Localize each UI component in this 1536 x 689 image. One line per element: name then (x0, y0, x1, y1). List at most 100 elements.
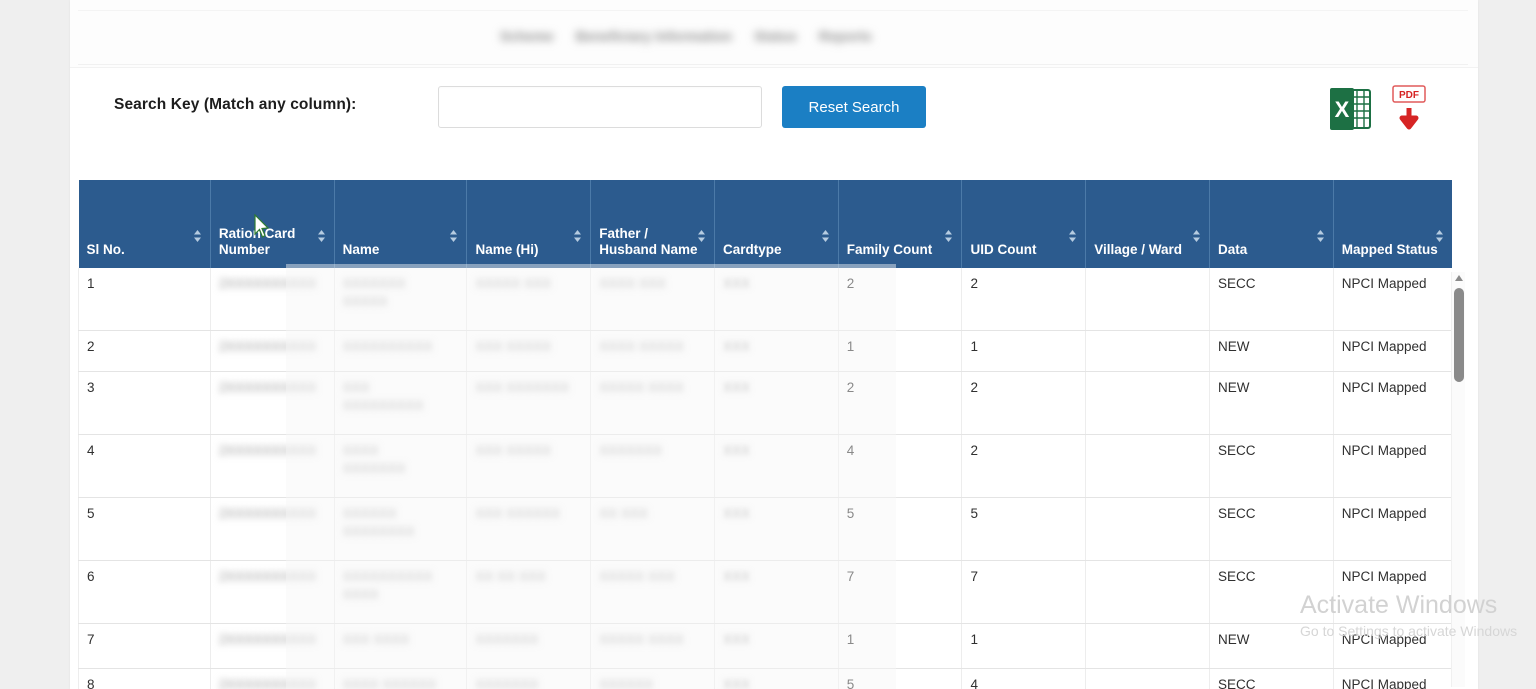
table-row[interactable]: 6 2XXXXXXXXXX XXXXXXXXXX XXXX XX XX XXX XXXX… (78, 560, 1452, 624)
sort-icon[interactable] (449, 230, 458, 242)
cell-name-hi: XX XX XXX (466, 560, 592, 624)
cell-ration-card-number: 2XXXXXXXXXX (210, 623, 335, 669)
cell-father-husband-name-text: XXXX XXX (599, 276, 667, 291)
cell-uid-count: 2 (961, 268, 1087, 331)
cell-father-husband-name-text: XXXX XXXXX (599, 338, 685, 354)
cell-village-ward (1085, 623, 1210, 669)
cell-name-hi-text: XXX XXXXX (475, 338, 552, 354)
cell-name: XXXXXXX XXXXX (334, 268, 468, 331)
cell-village-ward (1085, 371, 1210, 435)
vertical-scrollbar[interactable] (1451, 272, 1465, 687)
column-header-name[interactable]: Name (334, 180, 468, 268)
cell-ration-card-number-text: 2XXXXXXXXXX (218, 338, 317, 354)
cell-family-count: 2 (838, 371, 963, 435)
cell-name-hi: XXX XXXXXXX (466, 371, 592, 435)
table-row[interactable]: 7 2XXXXXXXXXX XXX XXXX XXXXXXX XXXXX XXXX XXX… (78, 623, 1452, 669)
reset-search-button[interactable]: Reset Search (782, 86, 926, 128)
column-label-ration-card-number: Ration Card Number (218, 226, 296, 258)
sort-icon[interactable] (1068, 230, 1077, 242)
cell-name-hi-text: XXX XXXXX (475, 442, 552, 458)
nav-item-reports[interactable]: Reports (819, 28, 872, 44)
cell-mapped-status: NPCI Mapped (1333, 434, 1452, 498)
column-header-cardtype[interactable]: Cardtype (714, 180, 839, 268)
cell-name-text: XXXXXXXXXX (342, 338, 433, 354)
sort-icon[interactable] (573, 230, 582, 242)
cell-ration-card-number: 2XXXXXXXXXX (210, 268, 335, 331)
svg-text:PDF: PDF (1399, 90, 1419, 101)
cell-name: XXXXXXXXXX (334, 330, 468, 372)
column-header-uid-count[interactable]: UID Count (961, 180, 1087, 268)
column-header-mapped-status[interactable]: Mapped Status (1333, 180, 1452, 268)
sort-icon[interactable] (697, 230, 706, 242)
topnav-divider-bottom (78, 64, 1468, 65)
cell-uid-count: 1 (961, 330, 1087, 372)
column-header-ration-card-number[interactable]: Ration Card Number (210, 180, 335, 268)
cell-name-text: XXXXXX XXXXXXXX (342, 505, 415, 539)
cell-ration-card-number: 2XXXXXXXXXX (210, 371, 335, 435)
table-row[interactable]: 1 2XXXXXXXXXX XXXXXXX XXXXX XXXXX XXX XXXX X… (78, 268, 1452, 331)
cell-data: NEW (1209, 330, 1334, 372)
column-header-name-hi[interactable]: Name (Hi) (466, 180, 592, 268)
cell-cardtype-text: XXX (722, 442, 750, 458)
cell-village-ward (1085, 330, 1210, 372)
cell-father-husband-name: XXXX XXX (590, 268, 715, 331)
table-row[interactable]: 5 2XXXXXXXXXX XXXXXX XXXXXXXX XXX XXXXXX XX … (78, 497, 1452, 561)
cell-father-husband-name-text: XXXXX XXXX (599, 631, 685, 647)
table-row[interactable]: 8 2XXXXXXXXXX XXXX XXXXXX XXXXXXX XXXXXX XXX 5… (78, 668, 1452, 689)
top-navigation-bar: Scheme Beneficiary Information Status Re… (70, 0, 1478, 68)
scroll-up-arrow-icon[interactable] (1454, 274, 1464, 282)
column-header-sl-no[interactable]: Sl No. (78, 180, 211, 268)
table-row[interactable]: 4 2XXXXXXXXXX XXXX XXXXXXX XXX XXXXX XXXXXXX… (78, 434, 1452, 498)
column-header-family-count[interactable]: Family Count (838, 180, 963, 268)
cell-village-ward (1085, 668, 1210, 689)
sort-icon[interactable] (1435, 230, 1444, 242)
cell-data: SECC (1209, 268, 1334, 331)
table-row[interactable]: 2 2XXXXXXXXXX XXXXXXXXXX XXX XXXXX XXXX XXXX… (78, 330, 1452, 372)
cell-name-hi-text: XXX XXXXXXX (475, 379, 570, 395)
nav-item-beneficiary-information[interactable]: Beneficiary Information (576, 28, 732, 44)
data-table-container[interactable]: Sl No. Ration Card Number Name Name (Hi)… (78, 180, 1452, 689)
cell-sl-no: 1 (78, 268, 211, 331)
cell-father-husband-name: XXXXX XXXX (590, 623, 715, 669)
nav-item-scheme[interactable]: Scheme (500, 28, 554, 44)
pdf-export-icon[interactable]: PDF (1390, 84, 1430, 134)
excel-export-icon[interactable]: X (1328, 85, 1374, 133)
cell-family-count: 4 (838, 434, 963, 498)
cell-mapped-status: NPCI Mapped (1333, 668, 1452, 689)
nav-item-status[interactable]: Status (754, 28, 797, 44)
column-label-mapped-status: Mapped Status (1341, 242, 1438, 258)
topnav-divider-top (78, 10, 1468, 11)
cell-village-ward (1085, 434, 1210, 498)
cell-name-text: XXX XXXX (342, 631, 410, 647)
cell-name: XXXX XXXXXXX (334, 434, 468, 498)
cell-name-hi: XXXXX XXX (466, 268, 592, 331)
sort-icon[interactable] (1192, 230, 1201, 242)
cell-uid-count: 2 (961, 371, 1087, 435)
cell-name-text: XXXXXXX XXXXX (342, 276, 406, 310)
column-header-father-husband-name[interactable]: Father / Husband Name (590, 180, 715, 268)
column-label-sl-no: Sl No. (86, 242, 125, 258)
column-header-data[interactable]: Data (1209, 180, 1334, 268)
cell-uid-count: 2 (961, 434, 1087, 498)
search-input[interactable] (438, 86, 762, 128)
cell-cardtype-text: XXX (722, 676, 750, 689)
cell-village-ward (1085, 497, 1210, 561)
cell-name-hi: XXXXXXX (466, 623, 592, 669)
cell-father-husband-name: XXXXXXX (590, 434, 715, 498)
cell-sl-no: 3 (78, 371, 211, 435)
app-root: Scheme Beneficiary Information Status Re… (0, 0, 1536, 689)
scrollbar-thumb[interactable] (1454, 288, 1464, 382)
sort-icon[interactable] (821, 230, 830, 242)
cell-data: SECC (1209, 434, 1334, 498)
cell-sl-no: 2 (78, 330, 211, 372)
sort-icon[interactable] (944, 230, 953, 242)
search-key-label: Search Key (Match any column): (114, 96, 357, 113)
sort-icon[interactable] (193, 230, 202, 242)
sort-icon[interactable] (317, 230, 326, 242)
sort-icon[interactable] (1316, 230, 1325, 242)
cell-name-hi: XXX XXXXX (466, 330, 592, 372)
cell-mapped-status: NPCI Mapped (1333, 330, 1452, 372)
table-row[interactable]: 3 2XXXXXXXXXX XXX XXXXXXXXX XXX XXXXXXX XXXX… (78, 371, 1452, 435)
column-label-data: Data (1217, 242, 1248, 258)
column-header-village-ward[interactable]: Village / Ward (1085, 180, 1210, 268)
